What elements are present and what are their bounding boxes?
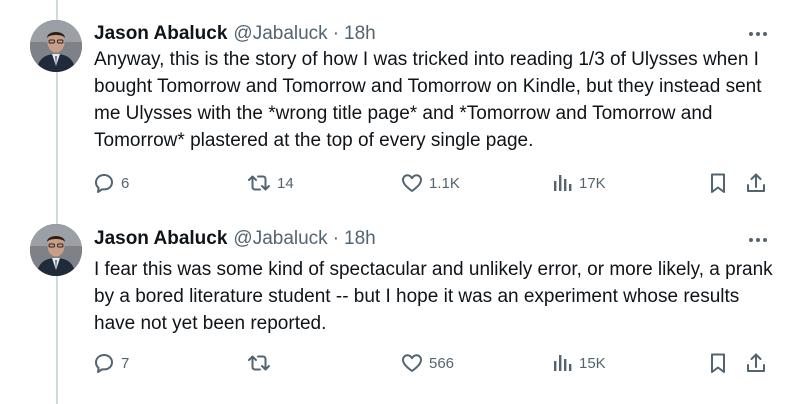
tweet-timestamp[interactable]: 18h (344, 228, 376, 250)
author-name[interactable]: Jason Abaluck (94, 228, 227, 250)
author-handle[interactable]: @Jabaluck (233, 228, 327, 250)
tweet-header: Jason Abaluck @Jabaluck · 18h (94, 21, 376, 47)
reply-count: 6 (121, 174, 130, 192)
share-icon (744, 171, 768, 195)
like-button[interactable]: 1.1K (400, 170, 460, 196)
reply-icon (92, 171, 116, 195)
bookmark-button[interactable] (706, 350, 730, 376)
views-count: 17K (579, 174, 606, 192)
separator-dot: · (332, 23, 340, 44)
like-count: 1.1K (429, 174, 460, 192)
tweet-actions: 7 566 15K (90, 350, 780, 376)
repost-icon (246, 171, 272, 195)
reply-count: 7 (121, 354, 130, 372)
views-button[interactable]: 17K (552, 170, 606, 196)
more-icon[interactable] (746, 230, 770, 250)
bookmark-icon (706, 171, 730, 195)
share-icon (744, 351, 768, 375)
reply-icon (92, 351, 116, 375)
reply-button[interactable]: 6 (92, 170, 129, 196)
share-button[interactable] (744, 170, 768, 196)
views-icon (552, 351, 574, 375)
views-icon (552, 171, 574, 195)
like-count: 566 (429, 354, 455, 372)
views-button[interactable]: 15K (552, 350, 606, 376)
share-button[interactable] (744, 350, 768, 376)
views-count: 15K (579, 354, 606, 372)
tweet-actions: 6 14 1.1K 17K (90, 170, 780, 196)
reply-button[interactable]: 7 (92, 350, 129, 376)
heart-icon (400, 171, 424, 195)
repost-icon (246, 351, 272, 375)
author-name[interactable]: Jason Abaluck (94, 23, 227, 45)
avatar[interactable] (30, 20, 82, 72)
repost-count: 14 (277, 174, 294, 192)
like-button[interactable]: 566 (400, 350, 454, 376)
separator-dot: · (332, 228, 340, 249)
author-handle[interactable]: @Jabaluck (233, 23, 327, 45)
more-icon[interactable] (746, 24, 770, 44)
bookmark-button[interactable] (706, 170, 730, 196)
bookmark-icon (706, 351, 730, 375)
tweet[interactable]: Jason Abaluck @Jabaluck · 18h Anyway, th… (0, 0, 800, 202)
tweet[interactable]: Jason Abaluck @Jabaluck · 18h I fear thi… (0, 202, 800, 404)
repost-button[interactable]: 14 (246, 170, 294, 196)
avatar[interactable] (30, 224, 82, 276)
heart-icon (400, 351, 424, 375)
tweet-header: Jason Abaluck @Jabaluck · 18h (94, 226, 376, 252)
repost-button[interactable] (246, 350, 277, 376)
tweet-text: I fear this was some kind of spectacular… (94, 259, 773, 334)
tweet-text: Anyway, this is the story of how I was t… (94, 49, 762, 151)
tweet-timestamp[interactable]: 18h (344, 23, 376, 45)
